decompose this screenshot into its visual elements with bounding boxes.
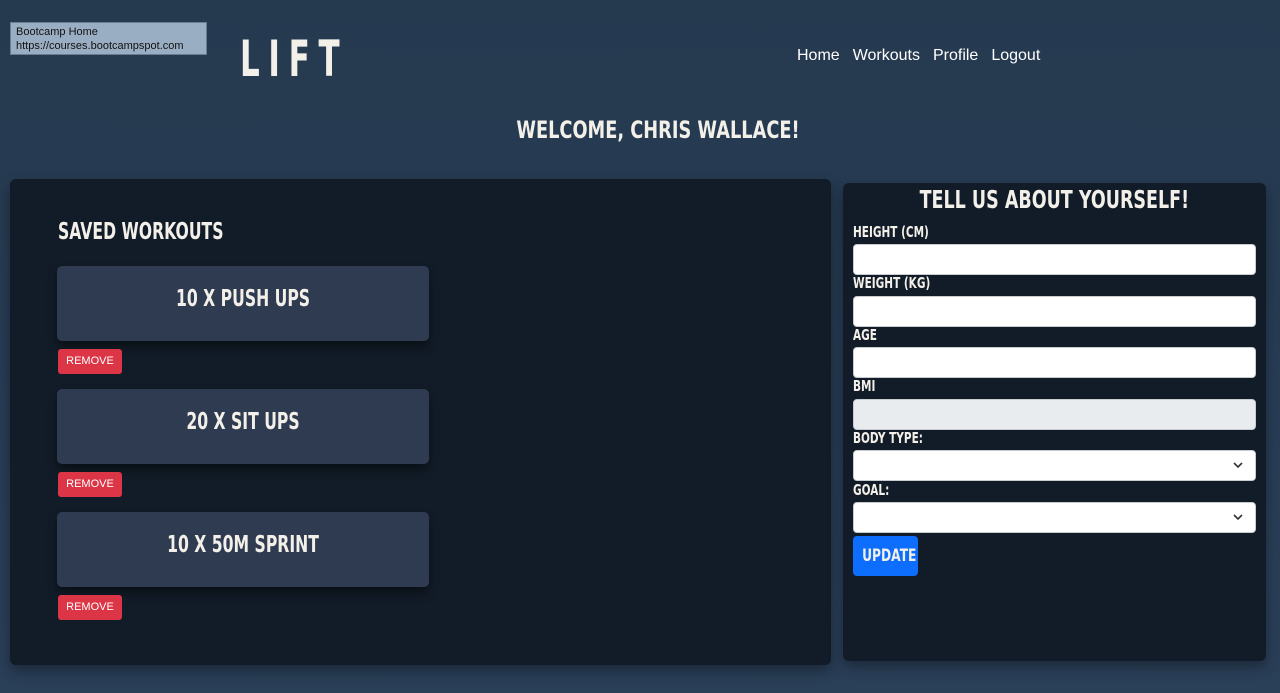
chevron-down-icon bbox=[1233, 462, 1243, 469]
chevron-down-icon bbox=[1233, 514, 1243, 521]
link-tooltip: Bootcamp Home https://courses.bootcampsp… bbox=[10, 22, 207, 55]
goal-select[interactable] bbox=[853, 502, 1256, 533]
profile-form-title: TELL US ABOUT YOURSELF! bbox=[919, 185, 1190, 214]
remove-workout-button[interactable]: REMOVE bbox=[58, 595, 122, 620]
saved-workouts-panel: SAVED WORKOUTS 10 X PUSH UPS REMOVE 20 X… bbox=[10, 179, 831, 665]
bmi-label: BMI bbox=[853, 377, 876, 395]
age-label: AGE bbox=[853, 326, 877, 344]
height-input[interactable] bbox=[853, 244, 1256, 275]
workout-card: 10 X 50M SPRINT bbox=[57, 512, 429, 587]
bmi-input bbox=[853, 399, 1256, 430]
body-type-select[interactable] bbox=[853, 450, 1256, 481]
remove-workout-button[interactable]: REMOVE bbox=[58, 349, 122, 374]
nav-logout-link[interactable]: Logout bbox=[991, 47, 1040, 65]
tooltip-title: Bootcamp Home bbox=[16, 26, 98, 38]
workout-card: 10 X PUSH UPS bbox=[57, 266, 429, 341]
tooltip-url: https://courses.bootcampspot.com bbox=[16, 40, 184, 52]
remove-workout-button[interactable]: REMOVE bbox=[58, 472, 122, 497]
welcome-heading: WELCOME, CHRIS WALLACE! bbox=[516, 116, 800, 144]
height-label: HEIGHT (CM) bbox=[853, 223, 929, 241]
workout-label: 20 X SIT UPS bbox=[186, 409, 300, 435]
body-type-label: BODY TYPE: bbox=[853, 429, 923, 447]
saved-workouts-title: SAVED WORKOUTS bbox=[58, 219, 224, 245]
weight-label: WEIGHT (KG) bbox=[853, 274, 931, 292]
main-nav: Home Workouts Profile Logout bbox=[797, 47, 1040, 65]
workout-label: 10 X PUSH UPS bbox=[175, 286, 311, 312]
age-input[interactable] bbox=[853, 347, 1256, 378]
nav-profile-link[interactable]: Profile bbox=[933, 47, 978, 65]
update-button-label: UPDATE bbox=[862, 546, 917, 566]
workout-label: 10 X 50M SPRINT bbox=[167, 532, 319, 558]
nav-home-link[interactable]: Home bbox=[797, 47, 840, 65]
profile-form-panel: TELL US ABOUT YOURSELF! HEIGHT (CM) WEIG… bbox=[843, 183, 1266, 661]
weight-input[interactable] bbox=[853, 296, 1256, 327]
app-logo[interactable]: LIFT bbox=[240, 30, 348, 88]
update-button[interactable]: UPDATE bbox=[853, 536, 918, 576]
nav-workouts-link[interactable]: Workouts bbox=[853, 47, 920, 65]
goal-label: GOAL: bbox=[853, 481, 890, 499]
workout-card: 20 X SIT UPS bbox=[57, 389, 429, 464]
